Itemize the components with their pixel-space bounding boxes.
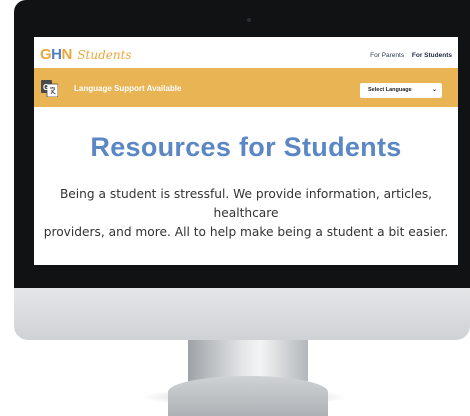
- logo-ghn: GHN: [40, 46, 72, 63]
- screen: GHN Students For Parents For Students G …: [34, 37, 458, 265]
- main-nav: For Parents For Students: [364, 52, 452, 59]
- language-support-bar: G Language Support Available Select Lang…: [34, 68, 458, 107]
- logo-students-text: Students: [77, 48, 132, 62]
- nav-for-students[interactable]: For Students: [412, 52, 452, 59]
- camera-icon: [247, 18, 251, 22]
- chevron-down-icon: ⌄: [431, 87, 437, 93]
- google-translate-icon: G: [41, 80, 58, 97]
- language-support-text: Language Support Available: [74, 84, 182, 93]
- svg-text:G: G: [43, 83, 49, 92]
- site-header: GHN Students For Parents For Students: [34, 37, 458, 69]
- intro-text: Being a student is stressful. We provide…: [34, 185, 458, 242]
- language-select[interactable]: Select Language ⌄: [360, 83, 442, 98]
- page-title: Resources for Students: [90, 132, 402, 162]
- monitor-chin: [14, 288, 470, 340]
- nav-for-parents[interactable]: For Parents: [370, 52, 404, 59]
- language-select-value: Select Language: [368, 87, 412, 93]
- intro-line-1: Being a student is stressful. We provide…: [59, 187, 433, 220]
- site-logo[interactable]: GHN Students: [40, 46, 132, 68]
- intro-line-2: providers, and more. All to help make be…: [43, 225, 449, 239]
- monitor-stand-base: [168, 376, 328, 416]
